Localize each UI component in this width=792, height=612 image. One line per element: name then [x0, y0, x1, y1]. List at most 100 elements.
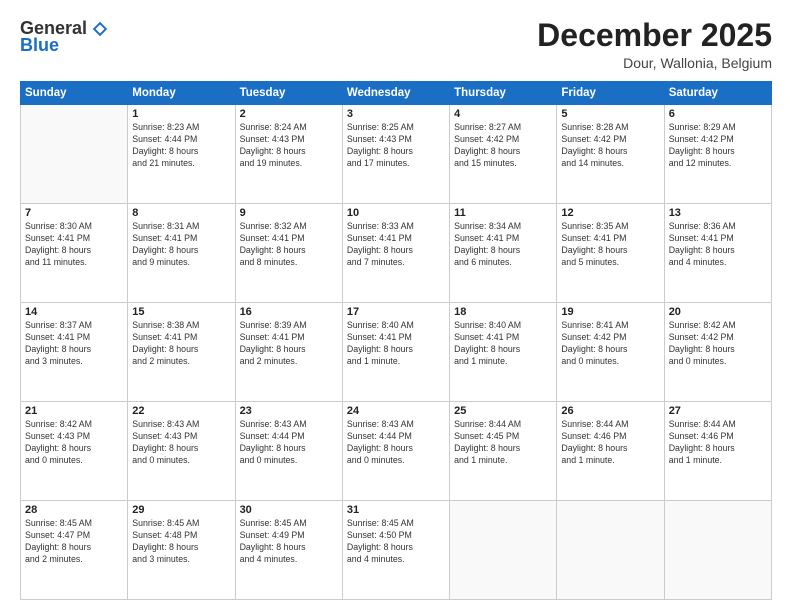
table-row: 22 Sunrise: 8:43 AMSunset: 4:43 PMDayligh…	[128, 402, 235, 501]
day-info: Sunrise: 8:31 AMSunset: 4:41 PMDaylight:…	[132, 221, 230, 269]
day-number: 24	[347, 405, 445, 417]
table-row: 24Sunrise: 8:43 AMSunset: 4:44 PMDayligh…	[342, 402, 449, 501]
day-info: Sunrise: 8:40 AMSunset: 4:41 PMDaylight:…	[454, 320, 552, 368]
header: General Blue December 2025 Dour, Walloni…	[20, 18, 772, 71]
table-row: 19Sunrise: 8:41 AMSunset: 4:42 PMDayligh…	[557, 303, 664, 402]
calendar: Sunday Monday Tuesday Wednesday Thursday…	[20, 81, 772, 600]
table-row: 6 Sunrise: 8:29 AMSunset: 4:42 PMDaylight…	[664, 105, 771, 204]
day-info: Sunrise: 8:23 AMSunset: 4:44 PMDaylight:…	[132, 122, 230, 170]
day-info: Sunrise: 8:45 AMSunset: 4:50 PMDaylight:…	[347, 518, 445, 566]
table-row: 5 Sunrise: 8:28 AMSunset: 4:42 PMDaylight…	[557, 105, 664, 204]
day-info: Sunrise: 8:43 AMSunset: 4:44 PMDaylight:…	[240, 419, 338, 467]
day-number: 25	[454, 405, 552, 417]
table-row: 15 Sunrise: 8:38 AMSunset: 4:41 PMDayligh…	[128, 303, 235, 402]
day-info: Sunrise: 8:40 AMSunset: 4:41 PMDaylight:…	[347, 320, 445, 368]
day-info: Sunrise: 8:34 AMSunset: 4:41 PMDaylight:…	[454, 221, 552, 269]
day-number: 11	[454, 207, 552, 219]
table-row	[21, 105, 128, 204]
day-number: 6	[669, 108, 767, 120]
day-info: Sunrise: 8:30 AMSunset: 4:41 PMDaylight:…	[25, 221, 123, 269]
day-info: Sunrise: 8:39 AMSunset: 4:41 PMDaylight:…	[240, 320, 338, 368]
day-info: Sunrise: 8:32 AMSunset: 4:41 PMDaylight:…	[240, 221, 338, 269]
header-friday: Friday	[557, 82, 664, 105]
header-wednesday: Wednesday	[342, 82, 449, 105]
day-info: Sunrise: 8:24 AMSunset: 4:43 PMDaylight:…	[240, 122, 338, 170]
day-number: 2	[240, 108, 338, 120]
day-number: 31	[347, 504, 445, 516]
table-row: 11 Sunrise: 8:34 AMSunset: 4:41 PMDayligh…	[450, 204, 557, 303]
header-tuesday: Tuesday	[235, 82, 342, 105]
title-block: December 2025 Dour, Wallonia, Belgium	[537, 18, 772, 71]
day-number: 14	[25, 306, 123, 318]
day-number: 8	[132, 207, 230, 219]
table-row: 23 Sunrise: 8:43 AMSunset: 4:44 PMDayligh…	[235, 402, 342, 501]
day-number: 4	[454, 108, 552, 120]
table-row	[664, 501, 771, 600]
table-row: 18 Sunrise: 8:40 AMSunset: 4:41 PMDayligh…	[450, 303, 557, 402]
day-number: 5	[561, 108, 659, 120]
table-row: 26Sunrise: 8:44 AMSunset: 4:46 PMDayligh…	[557, 402, 664, 501]
table-row: 29 Sunrise: 8:45 AMSunset: 4:48 PMDayligh…	[128, 501, 235, 600]
day-number: 12	[561, 207, 659, 219]
table-row: 13 Sunrise: 8:36 AMSunset: 4:41 PMDayligh…	[664, 204, 771, 303]
calendar-header-row: Sunday Monday Tuesday Wednesday Thursday…	[21, 82, 772, 105]
table-row: 17 Sunrise: 8:40 AMSunset: 4:41 PMDayligh…	[342, 303, 449, 402]
day-info: Sunrise: 8:44 AMSunset: 4:46 PMDaylight:…	[669, 419, 767, 467]
table-row: 31 Sunrise: 8:45 AMSunset: 4:50 PMDayligh…	[342, 501, 449, 600]
day-info: Sunrise: 8:45 AMSunset: 4:47 PMDaylight:…	[25, 518, 123, 566]
header-sunday: Sunday	[21, 82, 128, 105]
table-row: 27 Sunrise: 8:44 AMSunset: 4:46 PMDayligh…	[664, 402, 771, 501]
day-info: Sunrise: 8:38 AMSunset: 4:41 PMDaylight:…	[132, 320, 230, 368]
day-info: Sunrise: 8:25 AMSunset: 4:43 PMDaylight:…	[347, 122, 445, 170]
logo-icon	[91, 20, 109, 38]
table-row: 1 Sunrise: 8:23 AMSunset: 4:44 PMDaylight…	[128, 105, 235, 204]
table-row: 3Sunrise: 8:25 AMSunset: 4:43 PMDaylight…	[342, 105, 449, 204]
day-number: 30	[240, 504, 338, 516]
table-row: 14 Sunrise: 8:37 AMSunset: 4:41 PMDayligh…	[21, 303, 128, 402]
calendar-week-row: 14 Sunrise: 8:37 AMSunset: 4:41 PMDayligh…	[21, 303, 772, 402]
day-info: Sunrise: 8:44 AMSunset: 4:45 PMDaylight:…	[454, 419, 552, 467]
month-title: December 2025	[537, 18, 772, 53]
day-number: 16	[240, 306, 338, 318]
day-info: Sunrise: 8:36 AMSunset: 4:41 PMDaylight:…	[669, 221, 767, 269]
day-number: 18	[454, 306, 552, 318]
day-number: 1	[132, 108, 230, 120]
header-thursday: Thursday	[450, 82, 557, 105]
day-number: 29	[132, 504, 230, 516]
day-info: Sunrise: 8:45 AMSunset: 4:48 PMDaylight:…	[132, 518, 230, 566]
day-info: Sunrise: 8:29 AMSunset: 4:42 PMDaylight:…	[669, 122, 767, 170]
day-number: 20	[669, 306, 767, 318]
day-number: 27	[669, 405, 767, 417]
day-number: 17	[347, 306, 445, 318]
day-number: 26	[561, 405, 659, 417]
calendar-week-row: 1 Sunrise: 8:23 AMSunset: 4:44 PMDaylight…	[21, 105, 772, 204]
table-row	[557, 501, 664, 600]
day-info: Sunrise: 8:37 AMSunset: 4:41 PMDaylight:…	[25, 320, 123, 368]
day-number: 23	[240, 405, 338, 417]
table-row: 4Sunrise: 8:27 AMSunset: 4:42 PMDaylight…	[450, 105, 557, 204]
header-monday: Monday	[128, 82, 235, 105]
day-info: Sunrise: 8:35 AMSunset: 4:41 PMDaylight:…	[561, 221, 659, 269]
table-row: 7Sunrise: 8:30 AMSunset: 4:41 PMDaylight…	[21, 204, 128, 303]
day-info: Sunrise: 8:42 AMSunset: 4:43 PMDaylight:…	[25, 419, 123, 467]
day-info: Sunrise: 8:45 AMSunset: 4:49 PMDaylight:…	[240, 518, 338, 566]
day-info: Sunrise: 8:33 AMSunset: 4:41 PMDaylight:…	[347, 221, 445, 269]
day-info: Sunrise: 8:42 AMSunset: 4:42 PMDaylight:…	[669, 320, 767, 368]
logo: General Blue	[20, 18, 109, 56]
table-row: 16 Sunrise: 8:39 AMSunset: 4:41 PMDayligh…	[235, 303, 342, 402]
day-number: 9	[240, 207, 338, 219]
calendar-week-row: 28Sunrise: 8:45 AMSunset: 4:47 PMDayligh…	[21, 501, 772, 600]
day-number: 15	[132, 306, 230, 318]
table-row: 30 Sunrise: 8:45 AMSunset: 4:49 PMDayligh…	[235, 501, 342, 600]
day-info: Sunrise: 8:28 AMSunset: 4:42 PMDaylight:…	[561, 122, 659, 170]
day-info: Sunrise: 8:43 AMSunset: 4:43 PMDaylight:…	[132, 419, 230, 467]
table-row: 12 Sunrise: 8:35 AMSunset: 4:41 PMDayligh…	[557, 204, 664, 303]
day-number: 13	[669, 207, 767, 219]
table-row: 8 Sunrise: 8:31 AMSunset: 4:41 PMDaylight…	[128, 204, 235, 303]
logo-blue-text: Blue	[20, 35, 59, 56]
table-row: 21Sunrise: 8:42 AMSunset: 4:43 PMDayligh…	[21, 402, 128, 501]
table-row: 20 Sunrise: 8:42 AMSunset: 4:42 PMDayligh…	[664, 303, 771, 402]
day-number: 22	[132, 405, 230, 417]
subtitle: Dour, Wallonia, Belgium	[537, 55, 772, 71]
table-row: 2 Sunrise: 8:24 AMSunset: 4:43 PMDaylight…	[235, 105, 342, 204]
